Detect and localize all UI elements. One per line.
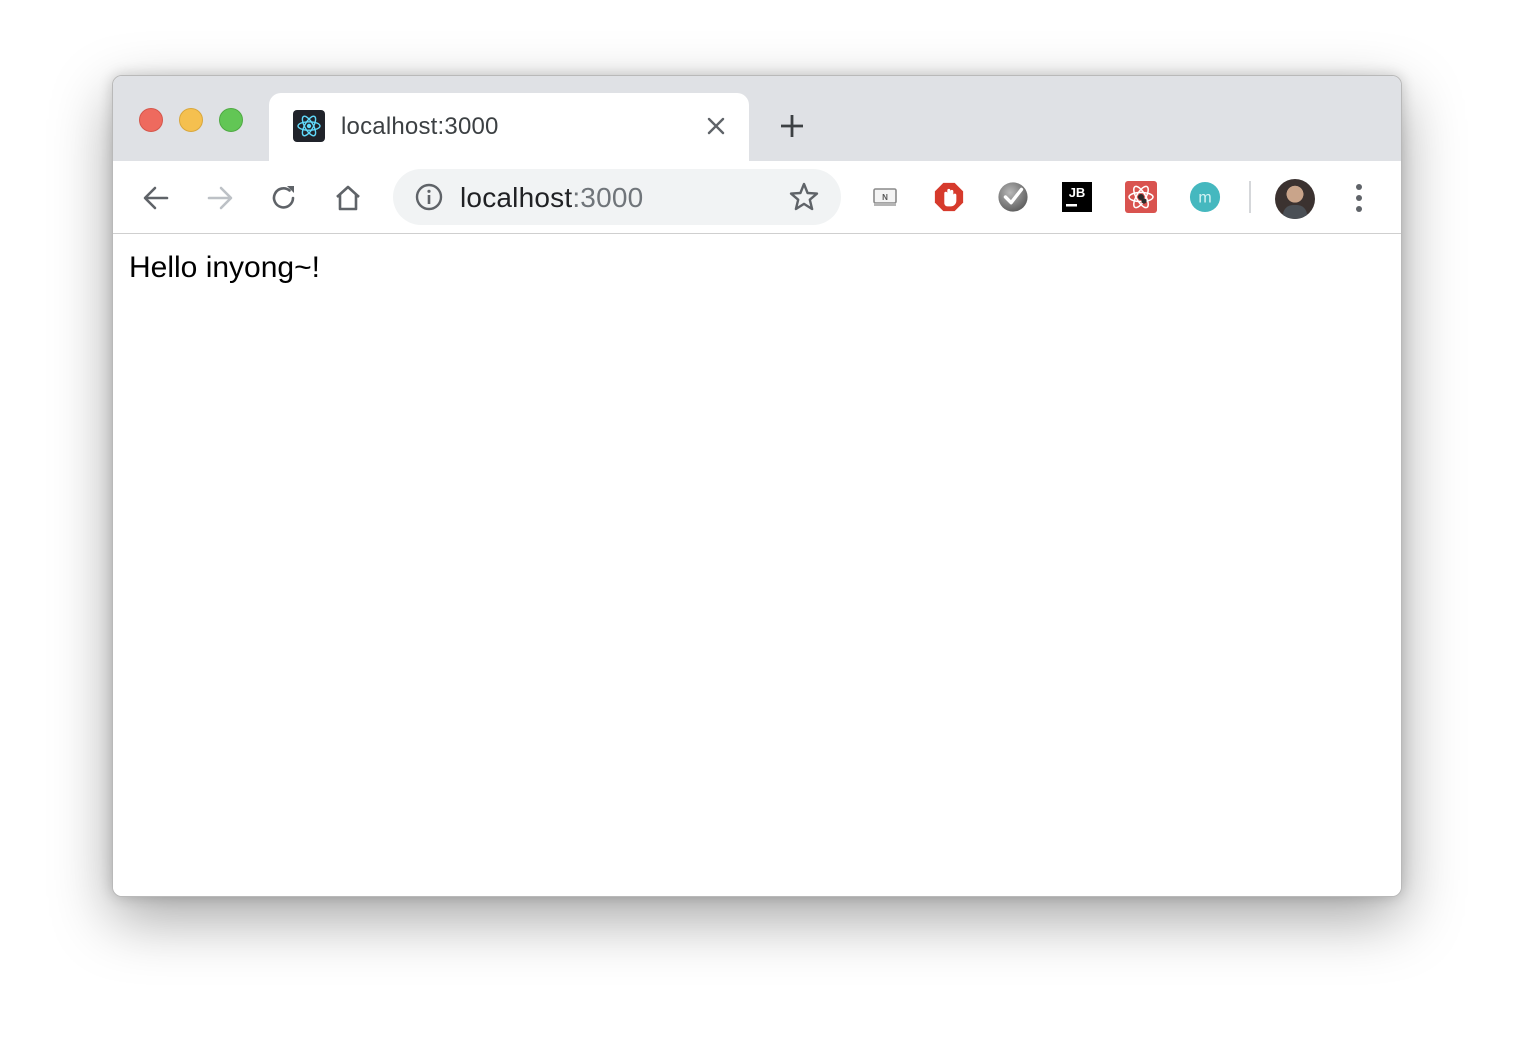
url-text[interactable]: localhost:3000 [460,182,643,214]
svg-text:JB: JB [1069,185,1086,200]
toolbar: localhost:3000 N JB m [113,161,1401,234]
reload-icon [272,186,295,209]
info-icon[interactable] [415,183,443,211]
tab-localhost[interactable]: localhost:3000 [269,93,749,161]
mercury-reader-icon[interactable]: m [1189,181,1221,213]
react-devtools-icon[interactable] [1125,181,1157,213]
chrome-menu-icon[interactable] [1349,181,1369,215]
page-content: Hello inyong~! [113,235,1401,896]
svg-text:m: m [1198,190,1211,207]
tab-title: localhost:3000 [341,113,499,140]
back-button[interactable] [139,181,173,215]
forward-button[interactable] [203,181,237,215]
new-tab-button[interactable] [779,113,805,139]
home-icon [336,185,360,211]
tab-strip: localhost:3000 [113,76,1401,161]
adblock-icon[interactable] [933,181,965,213]
profile-avatar[interactable] [1275,179,1315,219]
jetbrains-icon[interactable]: JB [1061,181,1093,213]
toolbar-divider [1249,181,1251,213]
home-button[interactable] [331,181,365,215]
checkmark-extension-icon[interactable] [997,181,1029,213]
browser-window: localhost:3000 localhost:3000 N JB m Hel… [112,75,1402,897]
close-window-button[interactable] [139,108,163,132]
tab-close-icon[interactable] [705,115,727,137]
maximize-window-button[interactable] [219,108,243,132]
forward-icon [207,186,233,210]
notion-web-clipper-icon[interactable]: N [869,181,901,213]
page-text: Hello inyong~! [129,251,320,284]
minimize-window-button[interactable] [179,108,203,132]
url-host: localhost [460,182,573,213]
back-icon [143,186,169,210]
star-icon[interactable] [788,181,820,213]
url-port: :3000 [572,182,644,213]
react-logo-icon [293,110,325,142]
svg-text:N: N [882,193,888,202]
reload-button[interactable] [267,181,301,215]
address-bar[interactable]: localhost:3000 [393,169,841,225]
